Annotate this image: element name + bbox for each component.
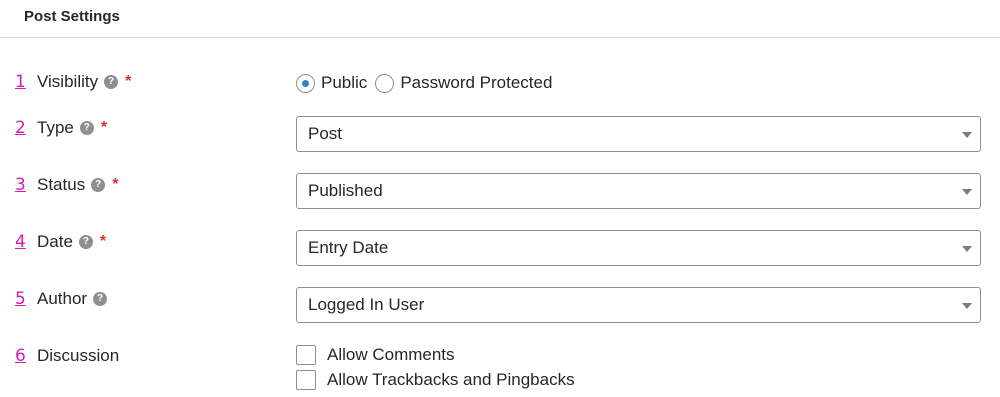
status-label-group: Status ? *	[37, 175, 118, 195]
date-label-group: Date ? *	[37, 232, 106, 252]
author-select[interactable]: Logged In User	[296, 287, 981, 323]
help-icon[interactable]: ?	[104, 75, 119, 89]
section-divider	[0, 37, 1000, 38]
allow-trackbacks-option: Allow Trackbacks and Pingbacks	[296, 369, 575, 391]
status-select[interactable]: Published	[296, 173, 981, 209]
type-label-group: Type ? *	[37, 118, 107, 138]
caret-down-icon	[962, 246, 972, 252]
status-select-value: Published	[308, 181, 383, 200]
step-number: 1	[15, 72, 26, 92]
discussion-label-group: Discussion	[37, 346, 119, 366]
radio-public[interactable]	[296, 73, 315, 93]
visibility-label: Visibility	[37, 72, 99, 91]
status-label: Status	[37, 175, 86, 194]
allow-trackbacks-label[interactable]: Allow Trackbacks and Pingbacks	[327, 370, 575, 390]
required-asterisk: *	[112, 176, 119, 193]
type-select-value: Post	[308, 124, 343, 143]
visibility-radio-group: Public Password Protected	[296, 72, 560, 94]
date-label: Date	[37, 232, 73, 251]
caret-down-icon	[962, 132, 972, 138]
visibility-label-group: Visibility ? *	[37, 72, 131, 92]
radio-password-protected[interactable]	[375, 73, 395, 93]
step-number: 4	[15, 232, 26, 252]
caret-down-icon	[962, 303, 972, 309]
required-asterisk: *	[100, 119, 108, 136]
allow-comments-checkbox[interactable]	[296, 345, 316, 365]
type-label: Type	[37, 118, 74, 137]
help-icon[interactable]: ?	[93, 292, 108, 306]
date-select[interactable]: Entry Date	[296, 230, 981, 266]
required-asterisk: *	[125, 73, 132, 90]
discussion-label: Discussion	[37, 346, 120, 365]
required-asterisk: *	[99, 233, 107, 250]
author-label: Author	[37, 289, 88, 308]
allow-comments-option: Allow Comments	[296, 344, 455, 366]
caret-down-icon	[962, 189, 972, 195]
radio-password-protected-label[interactable]: Password Protected	[400, 73, 552, 93]
author-label-group: Author ?	[37, 289, 108, 309]
allow-comments-label[interactable]: Allow Comments	[327, 345, 455, 365]
step-number: 6	[15, 346, 26, 366]
radio-public-label[interactable]: Public	[321, 73, 367, 93]
step-number: 2	[15, 118, 26, 138]
help-icon[interactable]: ?	[78, 235, 93, 249]
allow-trackbacks-checkbox[interactable]	[296, 370, 316, 390]
date-select-value: Entry Date	[308, 238, 389, 257]
author-select-value: Logged In User	[308, 295, 425, 314]
help-icon[interactable]: ?	[91, 178, 106, 192]
help-icon[interactable]: ?	[79, 121, 94, 135]
step-number: 5	[15, 289, 26, 309]
step-number: 3	[15, 175, 26, 195]
section-title: Post Settings	[24, 8, 120, 25]
type-select[interactable]: Post	[296, 116, 981, 152]
